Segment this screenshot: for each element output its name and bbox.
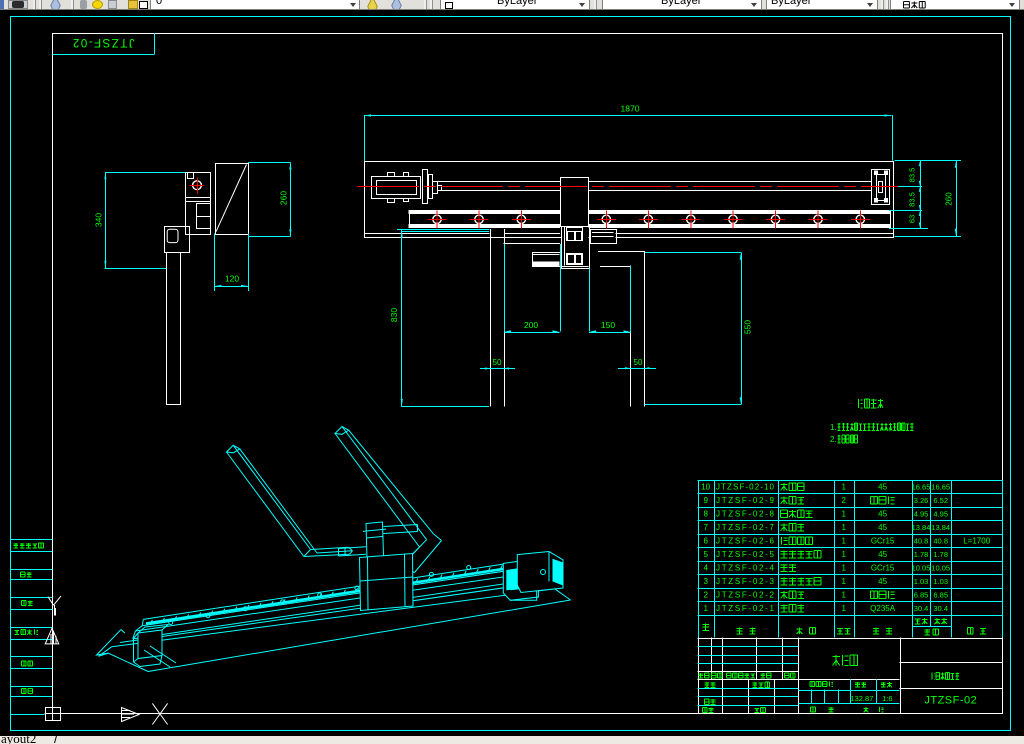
svg-text:16.65: 16.65	[931, 483, 950, 492]
svg-text:6.85: 6.85	[933, 591, 948, 600]
svg-text:10.05: 10.05	[912, 564, 931, 573]
svg-text:JTZSF-02: JTZSF-02	[71, 36, 134, 48]
svg-text:L=1700: L=1700	[963, 537, 990, 546]
svg-text:JTZSF-02-3: JTZSF-02-3	[716, 577, 775, 586]
svg-text:1: 1	[841, 604, 846, 613]
svg-text:JTZSF-02-10: JTZSF-02-10	[716, 483, 775, 492]
svg-text:1.78: 1.78	[933, 550, 948, 559]
svg-text:GCr15: GCr15	[871, 537, 895, 546]
svg-text:JTZSF-02-2: JTZSF-02-2	[716, 591, 775, 600]
svg-text:JTZSF-02-9: JTZSF-02-9	[716, 496, 775, 505]
svg-text:JTZSF-02-4: JTZSF-02-4	[716, 564, 775, 573]
svg-text:1: 1	[703, 604, 708, 613]
svg-text:45: 45	[878, 577, 887, 586]
svg-text:40.8: 40.8	[933, 537, 948, 546]
svg-text:45: 45	[878, 550, 887, 559]
svg-text:4: 4	[703, 564, 708, 573]
svg-text:132.87: 132.87	[850, 694, 873, 703]
svg-text:1.03: 1.03	[914, 577, 929, 586]
svg-text:1: 1	[841, 523, 846, 532]
svg-text:1.: 1.	[830, 423, 837, 432]
svg-text:830: 830	[389, 308, 399, 322]
svg-text:JTZSF-02-1: JTZSF-02-1	[716, 604, 775, 613]
svg-text:45: 45	[878, 483, 887, 492]
svg-text:340: 340	[94, 213, 104, 227]
svg-text:1: 1	[841, 483, 846, 492]
svg-text:2: 2	[841, 496, 846, 505]
svg-text:7: 7	[703, 523, 708, 532]
svg-text:JTZSF-02-7: JTZSF-02-7	[716, 523, 775, 532]
svg-text:45: 45	[878, 523, 887, 532]
svg-text:260: 260	[945, 192, 954, 206]
svg-text:1: 1	[841, 591, 846, 600]
svg-text:JTZSF-02-6: JTZSF-02-6	[716, 537, 775, 546]
svg-text:1870: 1870	[621, 104, 640, 114]
svg-text:1: 1	[841, 577, 846, 586]
svg-text:9: 9	[703, 496, 708, 505]
svg-text:1: 1	[841, 537, 846, 546]
svg-text:JTZSF-02: JTZSF-02	[924, 695, 977, 707]
svg-text:200: 200	[524, 320, 538, 330]
svg-text:1.03: 1.03	[933, 577, 948, 586]
svg-text:6: 6	[703, 537, 708, 546]
svg-text:GCr15: GCr15	[871, 564, 895, 573]
svg-text:1: 1	[841, 510, 846, 519]
svg-text:30.4: 30.4	[914, 604, 929, 613]
svg-text:13.84: 13.84	[912, 523, 931, 532]
svg-text:30.4: 30.4	[933, 604, 948, 613]
svg-text:13.84: 13.84	[931, 523, 950, 532]
svg-text:150: 150	[601, 320, 615, 330]
svg-text:4.95: 4.95	[914, 510, 929, 519]
svg-text:1:6: 1:6	[882, 694, 892, 703]
svg-text:4.95: 4.95	[933, 510, 948, 519]
svg-text:83.5: 83.5	[908, 192, 917, 207]
svg-text:JTZSF-02-5: JTZSF-02-5	[716, 550, 775, 559]
svg-text:550: 550	[743, 320, 753, 334]
svg-text:3: 3	[703, 577, 708, 586]
svg-text:1: 1	[841, 550, 846, 559]
svg-text:16.65: 16.65	[912, 483, 931, 492]
svg-text:83.5: 83.5	[908, 168, 917, 183]
svg-text:1.78: 1.78	[914, 550, 929, 559]
svg-text:2: 2	[703, 591, 708, 600]
svg-text:JTZSF-02-8: JTZSF-02-8	[716, 510, 775, 519]
svg-text:260: 260	[279, 191, 289, 205]
svg-text:6.85: 6.85	[914, 591, 929, 600]
svg-text:50: 50	[493, 358, 502, 367]
svg-text:2.: 2.	[830, 435, 837, 444]
svg-text:120: 120	[225, 274, 239, 284]
svg-text:10.05: 10.05	[931, 564, 950, 573]
svg-text:45: 45	[878, 510, 887, 519]
svg-text:6.52: 6.52	[933, 496, 948, 505]
svg-text:40.8: 40.8	[914, 537, 929, 546]
svg-text:63: 63	[908, 215, 917, 223]
svg-text:5: 5	[703, 550, 708, 559]
svg-text:Q235A: Q235A	[870, 604, 896, 613]
svg-text:50: 50	[634, 358, 643, 367]
svg-text:1: 1	[841, 564, 846, 573]
svg-text:3.26: 3.26	[914, 496, 929, 505]
svg-text:10: 10	[701, 483, 710, 492]
svg-text:8: 8	[703, 510, 708, 519]
